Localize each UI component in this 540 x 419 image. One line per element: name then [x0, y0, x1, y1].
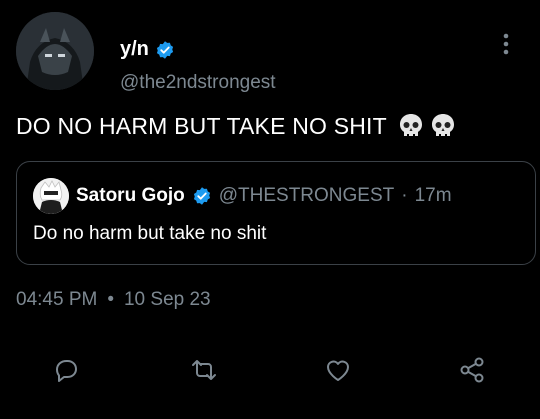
retweet-icon[interactable]: [189, 355, 219, 385]
bullet-separator: •: [107, 289, 114, 310]
skull-emoji-icon: [397, 112, 425, 140]
skull-emoji-icon: [429, 112, 457, 140]
reply-icon[interactable]: [51, 355, 81, 385]
author-avatar[interactable]: [16, 12, 94, 90]
quoted-tweet-text: Do no harm but take no shit: [33, 223, 267, 244]
share-icon[interactable]: [457, 355, 487, 385]
tweet-body: DO NO HARM BUT TAKE NO SHIT: [16, 112, 457, 140]
quoted-author-name[interactable]: Satoru Gojo: [76, 185, 185, 207]
quoted-author-handle[interactable]: @THESTRONGEST: [219, 185, 395, 207]
verified-badge-icon: [192, 186, 212, 206]
quoted-tweet-card[interactable]: Satoru Gojo @THESTRONGEST · 17m Do no ha…: [16, 161, 536, 265]
quoted-author-avatar[interactable]: [33, 178, 69, 214]
tweet-date[interactable]: 10 Sep 23: [124, 289, 211, 311]
author-name[interactable]: y/n: [120, 38, 149, 61]
dot-separator: ·: [401, 185, 408, 206]
tweet-timestamp: 04:45 PM • 10 Sep 23: [16, 289, 211, 311]
tweet-time[interactable]: 04:45 PM: [16, 289, 97, 311]
author-handle[interactable]: @the2ndstrongest: [120, 72, 276, 94]
more-options-icon[interactable]: [496, 32, 516, 56]
emoji-group: [397, 112, 457, 140]
like-icon[interactable]: [323, 355, 353, 385]
tweet-text: DO NO HARM BUT TAKE NO SHIT: [16, 112, 387, 139]
tweet-header: y/n @the2ndstrongest: [16, 12, 524, 94]
verified-badge-icon: [155, 40, 175, 60]
action-bar: [0, 355, 540, 395]
quoted-time-ago[interactable]: 17m: [415, 185, 452, 207]
quoted-tweet-header: Satoru Gojo @THESTRONGEST · 17m: [33, 178, 452, 214]
